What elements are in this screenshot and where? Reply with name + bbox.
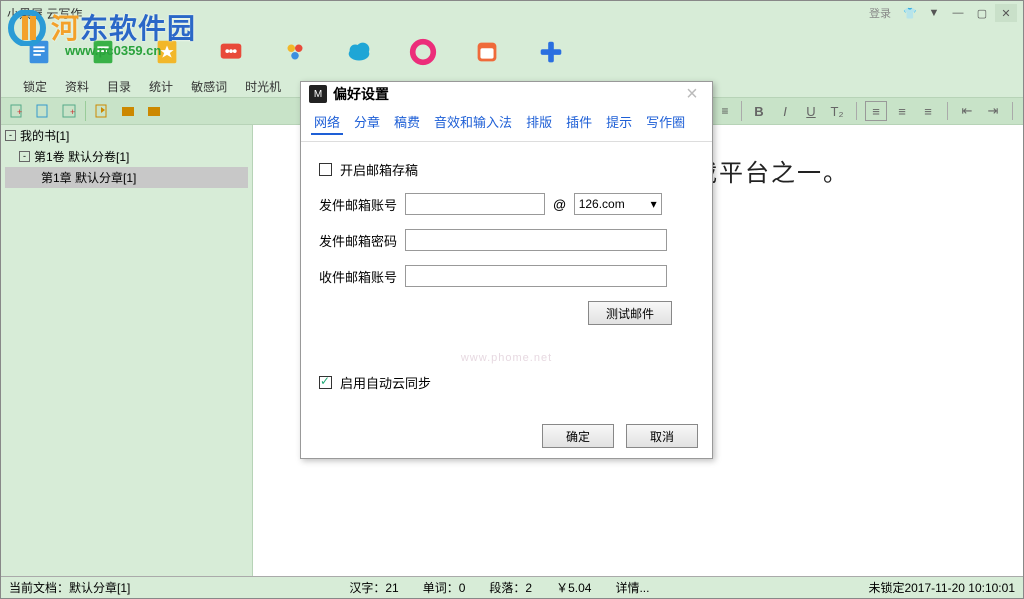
sender-password-input[interactable] [405,229,667,251]
close-button[interactable]: ✕ [995,4,1017,22]
at-symbol: @ [553,197,566,212]
ok-button[interactable]: 确定 [542,424,614,448]
toolbar-ring-icon[interactable] [405,34,441,70]
tree-root-label: 我的书[1] [20,127,69,144]
svg-text:+: + [17,107,22,117]
recipient-account-label: 收件邮箱账号 [319,267,397,286]
tab-fee[interactable]: 稿费 [391,110,423,135]
tab-plugin[interactable]: 插件 [563,110,595,135]
tree-volume-label: 第1卷 默认分卷[1] [34,148,129,165]
toolbar-calendar-icon[interactable] [469,34,505,70]
dialog-body: 开启邮箱存稿 发件邮箱账号 @ 126.com ▾ 发件邮箱密码 收件邮箱账号 … [301,142,712,414]
sender-password-label: 发件邮箱密码 [319,231,397,250]
maximize-button[interactable]: ▢ [971,4,993,22]
subscript-button[interactable]: T₂ [826,101,848,121]
menu-sens[interactable]: 敏感词 [191,78,227,95]
align-left-button[interactable]: ≡ [865,101,887,121]
menu-lock[interactable]: 锁定 [23,78,47,95]
cloud-sync-label: 启用自动云同步 [340,373,431,392]
bold-button[interactable]: B [748,101,770,121]
dialog-tabs: 网络 分章 稿费 音效和输入法 排版 插件 提示 写作圈 [301,106,712,142]
dialog-app-icon: M [309,85,327,103]
email-draft-checkbox[interactable] [319,163,332,176]
dialog-footer: 确定 取消 [301,414,712,460]
tab-layout[interactable]: 排版 [523,110,555,135]
window-title: 小黑屋 云写作 [7,5,869,22]
tree-volume[interactable]: - 第1卷 默认分卷[1] [1,146,252,167]
menu-stats[interactable]: 统计 [149,78,173,95]
tab-audio[interactable]: 音效和输入法 [431,110,515,135]
separator [85,101,86,121]
svg-text:+: + [70,107,75,117]
toolbar-cloud-icon[interactable] [341,34,377,70]
outdent-button[interactable]: ⇤ [956,101,978,121]
login-link[interactable]: 登录 [869,5,891,21]
sb-archive2-icon[interactable] [144,101,164,121]
separator [947,102,948,120]
cloud-sync-checkbox[interactable] [319,376,332,389]
tab-chapter[interactable]: 分章 [351,110,383,135]
toolbar-add-icon[interactable] [533,34,569,70]
toolbar-palette-icon[interactable] [277,34,313,70]
window-titlebar: 小黑屋 云写作 登录 👕 ▼ — ▢ ✕ [1,1,1023,25]
sender-account-input[interactable] [405,193,545,215]
email-domain-value: 126.com [579,197,625,211]
test-email-button[interactable]: 测试邮件 [588,301,672,325]
status-words: 单词：0 [423,579,466,596]
editor-content[interactable]: 载平台之一。 [693,153,849,188]
cancel-button[interactable]: 取消 [626,424,698,448]
status-detail[interactable]: 详情... [615,579,649,596]
recipient-account-input[interactable] [405,265,667,287]
align-right-button[interactable]: ≡ [917,101,939,121]
skin-icon[interactable]: 👕 [899,4,921,22]
menu-toc[interactable]: 目录 [107,78,131,95]
collapse-icon[interactable]: - [19,151,30,162]
toolbar-notes-icon[interactable] [85,34,121,70]
sb-archive-icon[interactable] [118,101,138,121]
status-lock: 未锁定2017-11-20 10:10:01 [868,579,1015,596]
toolbar-doc-icon[interactable] [21,34,57,70]
dialog-watermark: www.phome.net [301,352,712,364]
sb-add-vol-icon[interactable]: + [59,101,79,121]
indent-button[interactable]: ⇥ [982,101,1004,121]
sb-doc-icon[interactable] [33,101,53,121]
sender-account-label: 发件邮箱账号 [319,195,397,214]
separator [741,101,742,121]
app-toolbar [1,25,1023,75]
dialog-title: 偏好设置 [333,84,389,104]
tab-circle[interactable]: 写作圈 [643,110,688,135]
status-money: ￥5.04 [556,579,591,596]
dropdown-icon[interactable]: ▼ [923,4,945,22]
toolbar-favorite-icon[interactable] [149,34,185,70]
dialog-titlebar: M 偏好设置 × [301,82,712,106]
sb-export-icon[interactable] [92,101,112,121]
toolbar-chat-icon[interactable] [213,34,249,70]
separator [1012,102,1013,120]
tab-network[interactable]: 网络 [311,110,343,135]
dialog-close-button[interactable]: × [680,82,704,106]
menu-time[interactable]: 时光机 [245,78,281,95]
menu-data[interactable]: 资料 [65,78,89,95]
tree-chapter[interactable]: 第1章 默认分章[1] [5,167,248,188]
sb-list-icon[interactable]: ≡ [715,101,735,121]
sb-add-chapter-icon[interactable]: + [7,101,27,121]
preferences-dialog: M 偏好设置 × 网络 分章 稿费 音效和输入法 排版 插件 提示 写作圈 开启… [300,81,713,459]
collapse-icon[interactable]: - [5,130,16,141]
italic-button[interactable]: I [774,101,796,121]
align-center-button[interactable]: ≡ [891,101,913,121]
separator [856,102,857,120]
email-draft-label: 开启邮箱存稿 [340,160,418,179]
status-paras: 段落：2 [489,579,532,596]
status-hanzi: 汉字：21 [349,579,398,596]
underline-button[interactable]: U [800,101,822,121]
tree-root[interactable]: - 我的书[1] [1,125,252,146]
sidebar-tree: - 我的书[1] - 第1卷 默认分卷[1] 第1章 默认分章[1] [1,125,253,576]
tree-chapter-label: 第1章 默认分章[1] [41,169,136,186]
status-bar: 当前文档：默认分章[1] 汉字：21 单词：0 段落：2 ￥5.04 详情...… [1,576,1023,598]
status-doc: 当前文档：默认分章[1] [9,579,130,596]
tab-hint[interactable]: 提示 [603,110,635,135]
minimize-button[interactable]: — [947,4,969,22]
email-domain-combo[interactable]: 126.com ▾ [574,193,662,215]
chevron-down-icon: ▾ [651,197,657,211]
